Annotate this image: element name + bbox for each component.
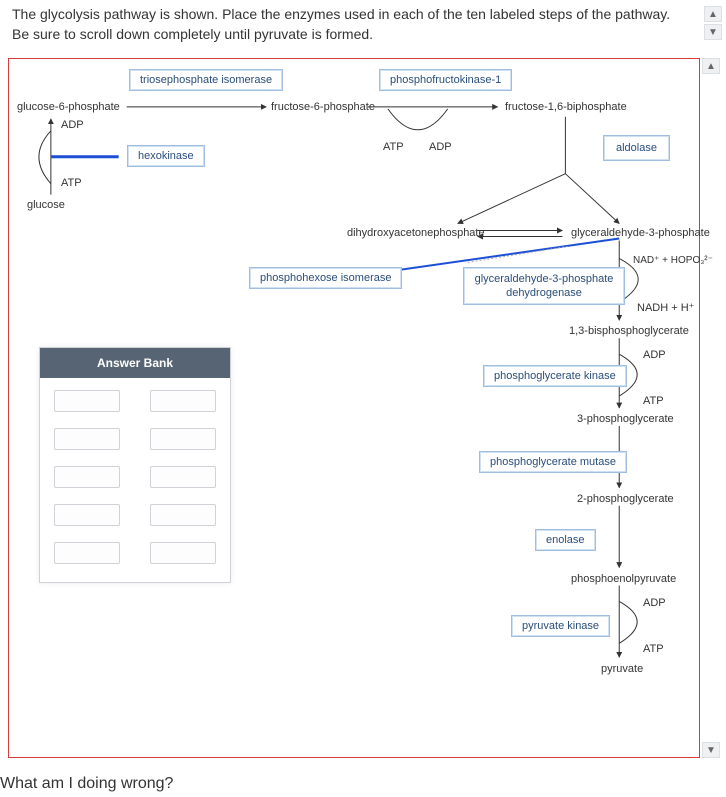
- label-glucose: glucose: [27, 199, 65, 211]
- canvas-scroll-down[interactable]: ▼: [702, 742, 720, 758]
- enzyme-g3p-dehydrogenase[interactable]: glyceraldehyde-3-phosphate dehydrogenase: [463, 267, 625, 305]
- enzyme-pyruvate-kinase[interactable]: pyruvate kinase: [511, 615, 610, 637]
- label-nadh-h: NADH + H⁺: [637, 301, 694, 314]
- answer-slot[interactable]: [150, 542, 216, 564]
- label-fructose-1-6-biphosphate: fructose-1,6-biphosphate: [505, 101, 627, 113]
- prompt-scroll-up[interactable]: ▲: [704, 6, 722, 22]
- canvas-scrollbar: ▲ ▼: [702, 58, 718, 758]
- enzyme-aldolase[interactable]: aldolase: [603, 135, 670, 161]
- canvas-scroll-up[interactable]: ▲: [702, 58, 720, 74]
- label-pyruvate: pyruvate: [601, 663, 643, 675]
- answer-slot[interactable]: [54, 466, 120, 488]
- answer-slot[interactable]: [150, 504, 216, 526]
- label-3-pg: 3-phosphoglycerate: [577, 413, 674, 425]
- label-adp-2: ADP: [429, 141, 452, 153]
- label-glucose-6-phosphate: glucose-6-phosphate: [17, 101, 120, 113]
- label-adp-1: ADP: [61, 119, 84, 131]
- label-fructose-6-phosphate: fructose-6-phosphate: [271, 101, 375, 113]
- enzyme-phosphohexose-isomerase[interactable]: phosphohexose isomerase: [249, 267, 402, 289]
- answer-slot[interactable]: [150, 390, 216, 412]
- answer-slot[interactable]: [54, 390, 120, 412]
- answer-bank: Answer Bank: [39, 347, 231, 583]
- label-g3p: glyceraldehyde-3-phosphate: [571, 227, 710, 239]
- answer-bank-title: Answer Bank: [40, 348, 230, 378]
- label-adp-3: ADP: [643, 349, 666, 361]
- enzyme-phosphoglycerate-mutase[interactable]: phosphoglycerate mutase: [479, 451, 627, 473]
- label-adp-4: ADP: [643, 597, 666, 609]
- label-nad-hopo: NAD⁺ + HOPO₃²⁻: [633, 255, 713, 266]
- answer-slot[interactable]: [54, 542, 120, 564]
- answer-slot[interactable]: [150, 466, 216, 488]
- label-2-pg: 2-phosphoglycerate: [577, 493, 674, 505]
- prompt-scrollbar: ▲ ▼: [704, 6, 720, 40]
- question-prompt: The glycolysis pathway is shown. Place t…: [12, 4, 684, 44]
- enzyme-hexokinase[interactable]: hexokinase: [127, 145, 205, 167]
- user-comment: What am I doing wrong?: [0, 775, 173, 793]
- enzyme-enolase[interactable]: enolase: [535, 529, 596, 551]
- label-atp-1: ATP: [61, 177, 82, 189]
- diagram-canvas[interactable]: triosephosphate isomerase phosphofructok…: [8, 58, 700, 758]
- answer-slot[interactable]: [54, 504, 120, 526]
- enzyme-triosephosphate-isomerase[interactable]: triosephosphate isomerase: [129, 69, 283, 91]
- label-atp-2: ATP: [383, 141, 404, 153]
- answer-slot[interactable]: [150, 428, 216, 450]
- answer-slot[interactable]: [54, 428, 120, 450]
- label-atp-3: ATP: [643, 395, 664, 407]
- label-atp-4: ATP: [643, 643, 664, 655]
- label-1-3-bpg: 1,3-bisphosphoglycerate: [569, 325, 689, 337]
- enzyme-phosphofructokinase-1[interactable]: phosphofructokinase-1: [379, 69, 512, 91]
- label-dhap: dihydroxyacetonephosphate: [347, 227, 485, 239]
- enzyme-phosphoglycerate-kinase[interactable]: phosphoglycerate kinase: [483, 365, 627, 387]
- label-pep: phosphoenolpyruvate: [571, 573, 676, 585]
- prompt-scroll-down[interactable]: ▼: [704, 24, 722, 40]
